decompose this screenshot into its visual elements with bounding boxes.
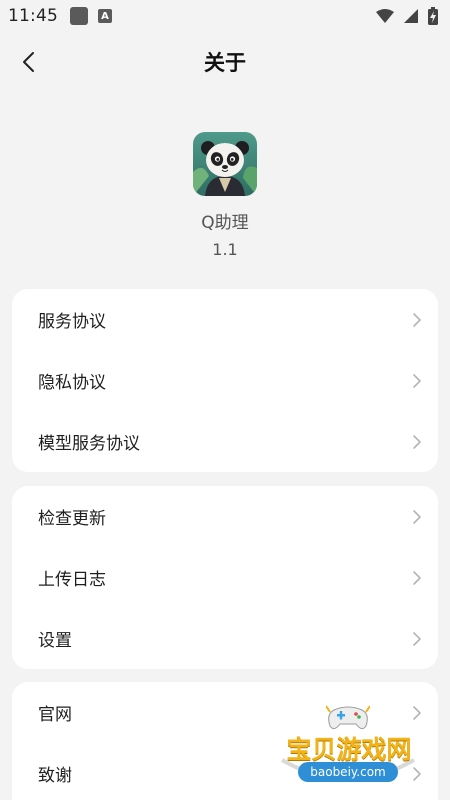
settings-item[interactable]: 设置 xyxy=(12,608,438,669)
notification-a-icon: A xyxy=(98,9,112,23)
legal-section-card: 服务协议 隐私协议 模型服务协议 xyxy=(12,289,438,472)
gamepad-icon xyxy=(326,705,370,730)
list-item-label: 模型服务协议 xyxy=(38,434,140,454)
check-update-item[interactable]: 检查更新 xyxy=(12,486,438,547)
list-item-label: 上传日志 xyxy=(38,570,106,590)
panda-logo-icon xyxy=(193,132,257,196)
chevron-right-icon xyxy=(413,434,421,449)
chevron-left-icon xyxy=(23,52,34,72)
app-logo xyxy=(193,132,257,196)
battery-charging-icon xyxy=(428,7,438,25)
cellular-signal-icon xyxy=(404,9,418,23)
status-indicators xyxy=(376,7,438,25)
app-actions-section-card: 检查更新 上传日志 设置 xyxy=(12,486,438,669)
app-version: 1.1 xyxy=(212,240,238,259)
chevron-right-icon xyxy=(413,509,421,524)
chevron-right-icon xyxy=(413,631,421,646)
site-watermark: 宝贝游戏网 baobeiy.com xyxy=(268,700,428,792)
back-button[interactable] xyxy=(14,48,42,76)
about-screen: 11:45 A 关于 Q助理 1.1 服务协议 隐私协议 模型服务协议 检查更新… xyxy=(0,0,450,800)
notification-square-icon xyxy=(70,7,88,25)
list-item-label: 隐私协议 xyxy=(38,373,106,393)
page-title: 关于 xyxy=(204,51,246,75)
status-bar: 11:45 A xyxy=(0,0,450,32)
privacy-agreement-item[interactable]: 隐私协议 xyxy=(12,350,438,411)
app-name: Q助理 xyxy=(201,213,249,233)
watermark-text: 宝贝游戏网 xyxy=(286,735,412,764)
service-agreement-item[interactable]: 服务协议 xyxy=(12,289,438,350)
chevron-right-icon xyxy=(413,570,421,585)
list-item-label: 检查更新 xyxy=(38,509,106,529)
top-app-bar: 关于 xyxy=(0,40,450,84)
status-time: 11:45 xyxy=(8,6,58,26)
model-service-agreement-item[interactable]: 模型服务协议 xyxy=(12,411,438,472)
wifi-icon xyxy=(376,9,394,23)
list-item-label: 设置 xyxy=(38,631,72,651)
upload-log-item[interactable]: 上传日志 xyxy=(12,547,438,608)
chevron-right-icon xyxy=(413,312,421,327)
watermark-url: baobeiy.com xyxy=(298,762,398,782)
chevron-right-icon xyxy=(413,373,421,388)
list-item-label: 服务协议 xyxy=(38,312,106,332)
